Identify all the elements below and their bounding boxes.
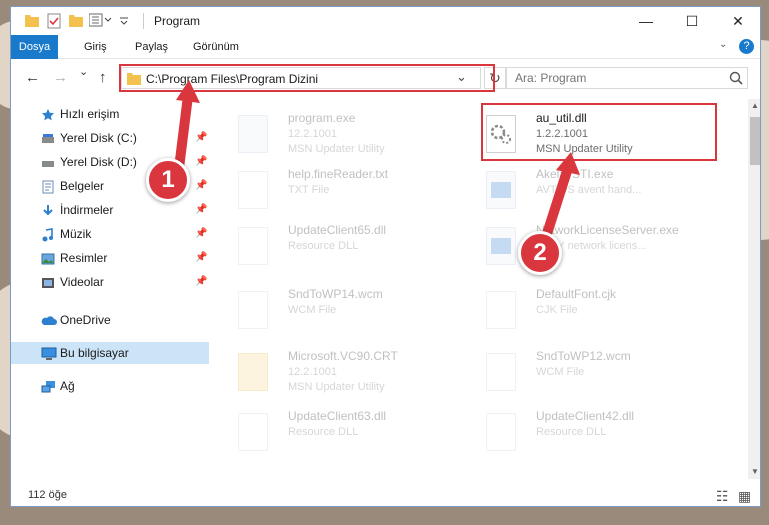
step-marker-2: 2 [518,231,562,275]
step-marker-1: 1 [146,158,190,202]
annotation-arrows [173,80,580,242]
